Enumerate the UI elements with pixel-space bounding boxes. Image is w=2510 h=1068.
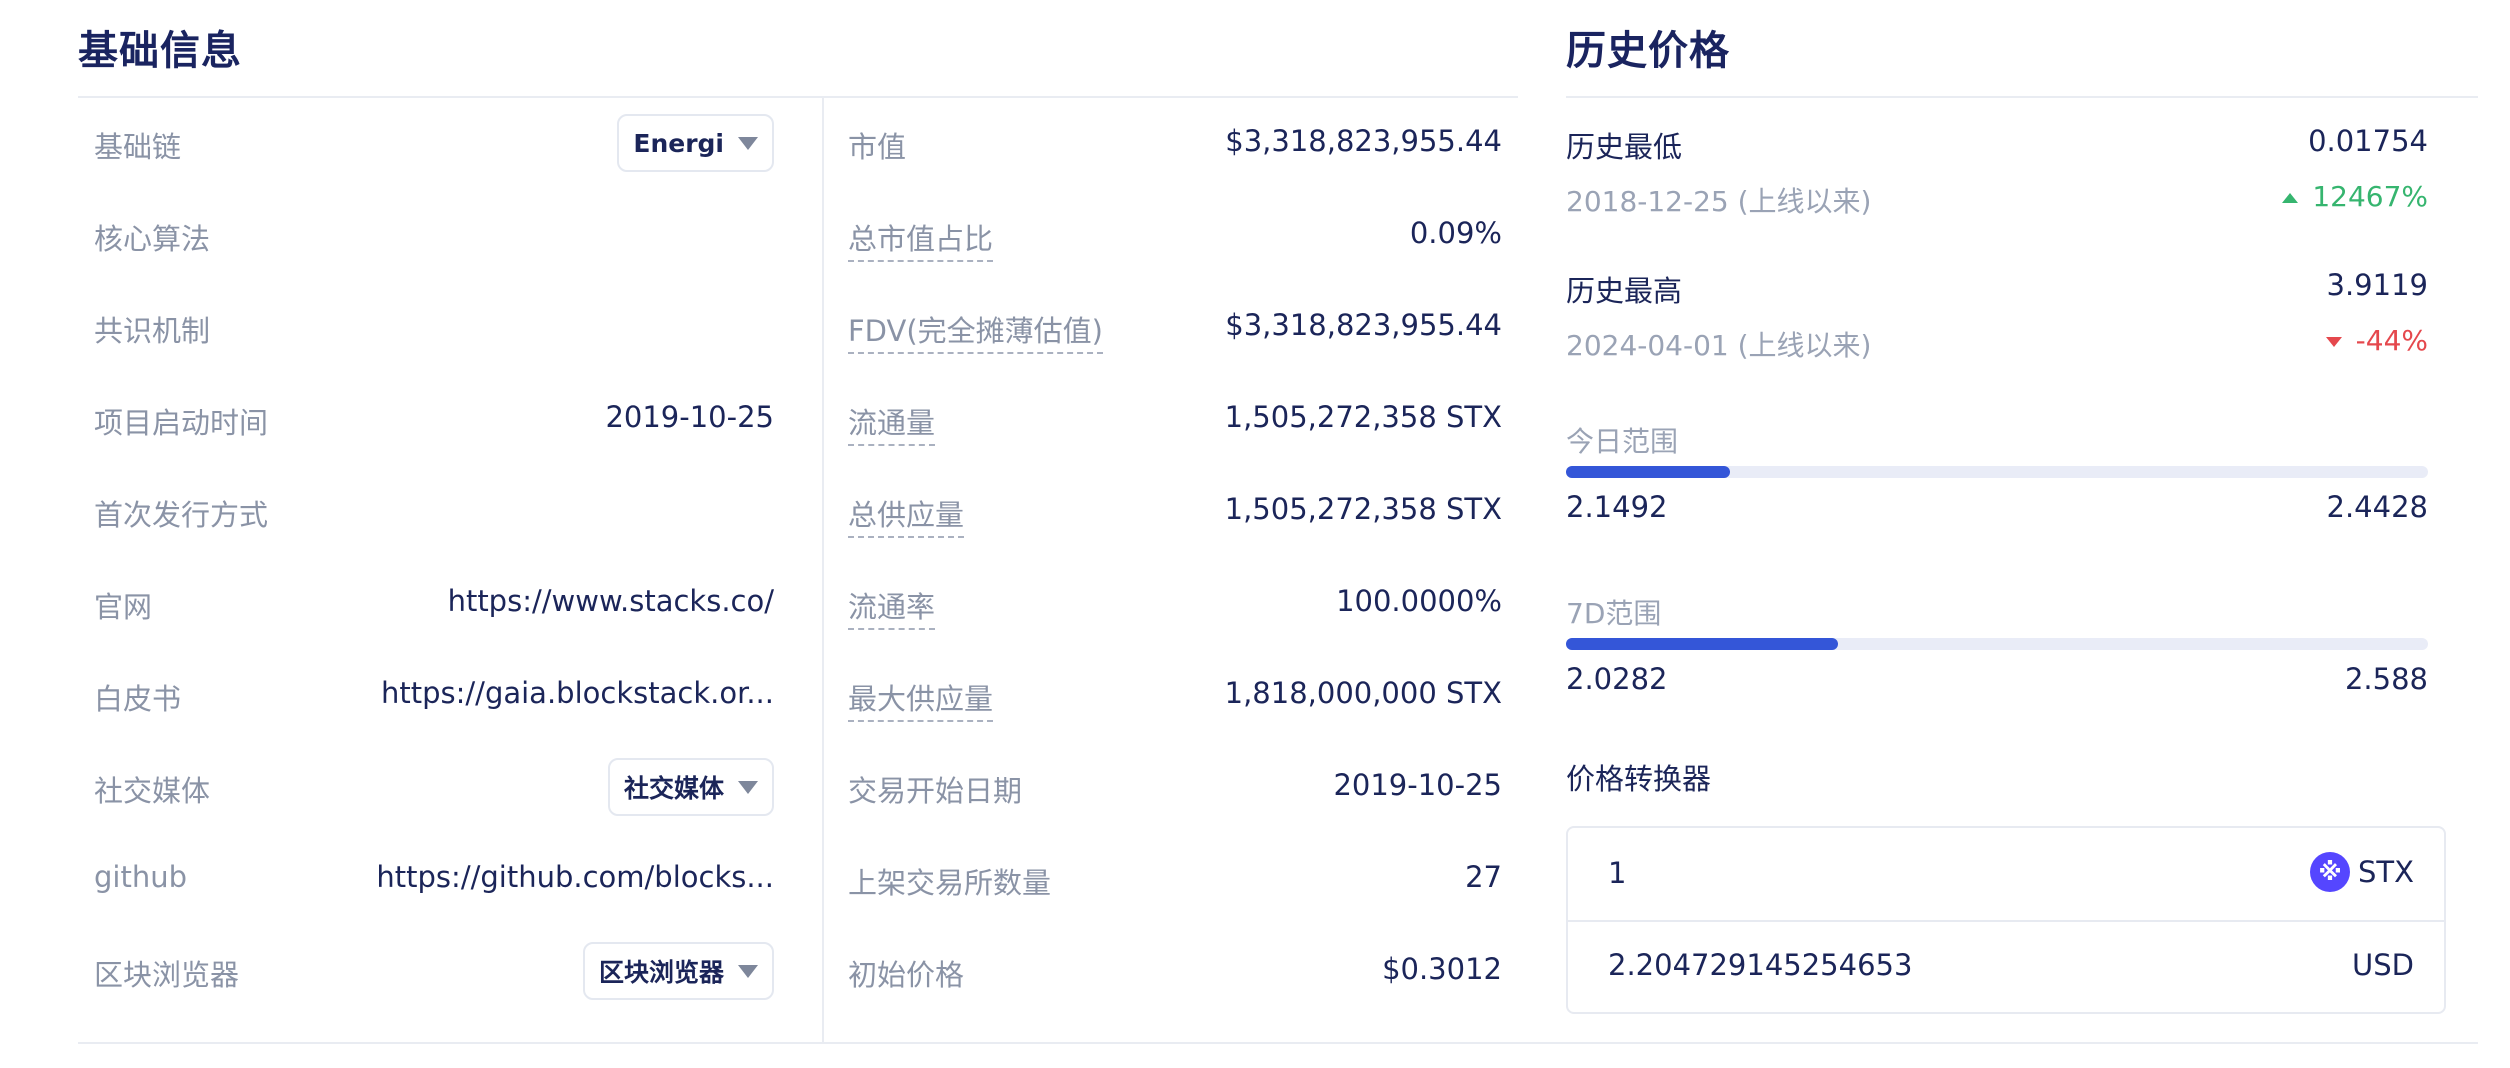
basic-info-bottom-divider: [78, 1042, 2478, 1044]
basic-row-link[interactable]: https://github.com/blocks...: [376, 860, 774, 894]
basic-row-link[interactable]: https://www.stacks.co/: [448, 584, 774, 618]
converter-from-currency[interactable]: ※ STX: [2310, 852, 2414, 892]
week-range-max: 2.588: [2344, 662, 2428, 696]
ath-high-change-text: -44%: [2355, 324, 2428, 357]
market-row-value: $0.3012: [1382, 952, 1502, 986]
column-divider: [822, 98, 824, 1044]
caret-down-icon: [738, 780, 758, 794]
basic-row-label: 项目启动时间: [94, 406, 269, 440]
basic-row-label: github: [94, 860, 188, 894]
market-row-label[interactable]: 最大供应量: [848, 676, 994, 722]
basic-row-label: 社交媒体: [94, 774, 211, 808]
market-row-label[interactable]: 流通量: [848, 400, 936, 446]
converter-from-symbol: STX: [2358, 855, 2414, 889]
price-converter: 1 ※ STX 2.204729145254653 USD: [1566, 826, 2446, 1014]
caret-down-icon: [738, 964, 758, 978]
market-row-label: 初始价格: [848, 958, 965, 992]
basic-row-label: 首次发行方式: [94, 498, 269, 532]
today-range-label: 今日范围: [1566, 425, 1679, 458]
today-range-max: 2.4428: [2326, 490, 2428, 524]
stx-logo-icon: ※: [2310, 852, 2350, 892]
caret-down-icon: [738, 136, 758, 150]
ath-high-date: 2024-04-01 (上线以来): [1566, 329, 1872, 362]
ath-low-change-text: 12467%: [2312, 180, 2428, 213]
converter-label: 价格转换器: [1566, 762, 1712, 796]
dropdown-label: Energi: [633, 128, 724, 158]
today-range-bar: [1566, 466, 2428, 478]
market-row-label: 市值: [848, 130, 907, 164]
market-row-label: 上架交易所数量: [848, 866, 1052, 900]
ath-high-change: -44%: [2325, 324, 2428, 357]
converter-from-input[interactable]: 1: [1608, 856, 1626, 890]
basic-row-label: 核心算法: [94, 222, 211, 256]
basic-row-label: 官网: [94, 590, 153, 624]
market-row-value: 1,505,272,358 STX: [1224, 492, 1502, 526]
market-row-value: 100.0000%: [1336, 584, 1502, 618]
ath-low-date: 2018-12-25 (上线以来): [1566, 185, 1872, 218]
arrow-down-icon: [2325, 337, 2342, 347]
week-range-fill: [1566, 638, 1838, 650]
market-row-value: 2019-10-25: [1333, 768, 1502, 802]
market-row-value: 27: [1465, 860, 1502, 894]
market-row-value: 1,505,272,358 STX: [1224, 400, 1502, 434]
basic-info-top-divider: [78, 96, 1518, 98]
converter-to-output[interactable]: 2.204729145254653: [1608, 948, 1912, 982]
week-range-bar: [1566, 638, 2428, 650]
basic-row-label: 白皮书: [94, 682, 182, 716]
market-row-label: 交易开始日期: [848, 774, 1023, 808]
ath-low-label: 历史最低: [1566, 130, 1683, 164]
market-row-label[interactable]: FDV(完全摊薄估值): [848, 308, 1103, 354]
week-range-min: 2.0282: [1566, 662, 1668, 696]
converter-to-currency[interactable]: USD: [2352, 948, 2414, 982]
basic-row-dropdown[interactable]: Energi: [617, 114, 774, 172]
market-row-label[interactable]: 流通率: [848, 584, 936, 630]
basic-row-dropdown[interactable]: 区块浏览器: [582, 942, 774, 1000]
ath-high-label: 历史最高: [1566, 274, 1683, 308]
basic-info-title: 基础信息: [78, 28, 242, 74]
today-range-min: 2.1492: [1566, 490, 1668, 524]
converter-divider: [1568, 920, 2444, 922]
market-row-label[interactable]: 总市值占比: [848, 216, 994, 262]
ath-low-value: 0.01754: [2308, 124, 2428, 158]
history-price-title: 历史价格: [1566, 28, 1730, 74]
week-range-label: 7D范围: [1566, 597, 1662, 630]
market-row-value: 1,818,000,000 STX: [1224, 676, 1502, 710]
market-row-value: $3,318,823,955.44: [1225, 124, 1502, 158]
history-top-divider: [1566, 96, 2478, 98]
market-row-value: $3,318,823,955.44: [1225, 308, 1502, 342]
basic-row-label: 基础链: [94, 130, 182, 164]
market-row-label[interactable]: 总供应量: [848, 492, 965, 538]
basic-row-link[interactable]: https://gaia.blockstack.or...: [381, 676, 774, 710]
dropdown-label: 区块浏览器: [598, 958, 724, 987]
today-range-fill: [1566, 466, 1730, 478]
market-row-value: 0.09%: [1409, 216, 1502, 250]
basic-row-label: 共识机制: [94, 314, 211, 348]
basic-row-dropdown[interactable]: 社交媒体: [607, 758, 774, 816]
ath-low-change: 12467%: [2282, 180, 2428, 213]
ath-high-value: 3.9119: [2326, 268, 2428, 302]
basic-row-value: 2019-10-25: [605, 400, 774, 434]
arrow-up-icon: [2282, 193, 2299, 203]
basic-row-label: 区块浏览器: [94, 958, 240, 992]
dropdown-label: 社交媒体: [623, 774, 724, 803]
